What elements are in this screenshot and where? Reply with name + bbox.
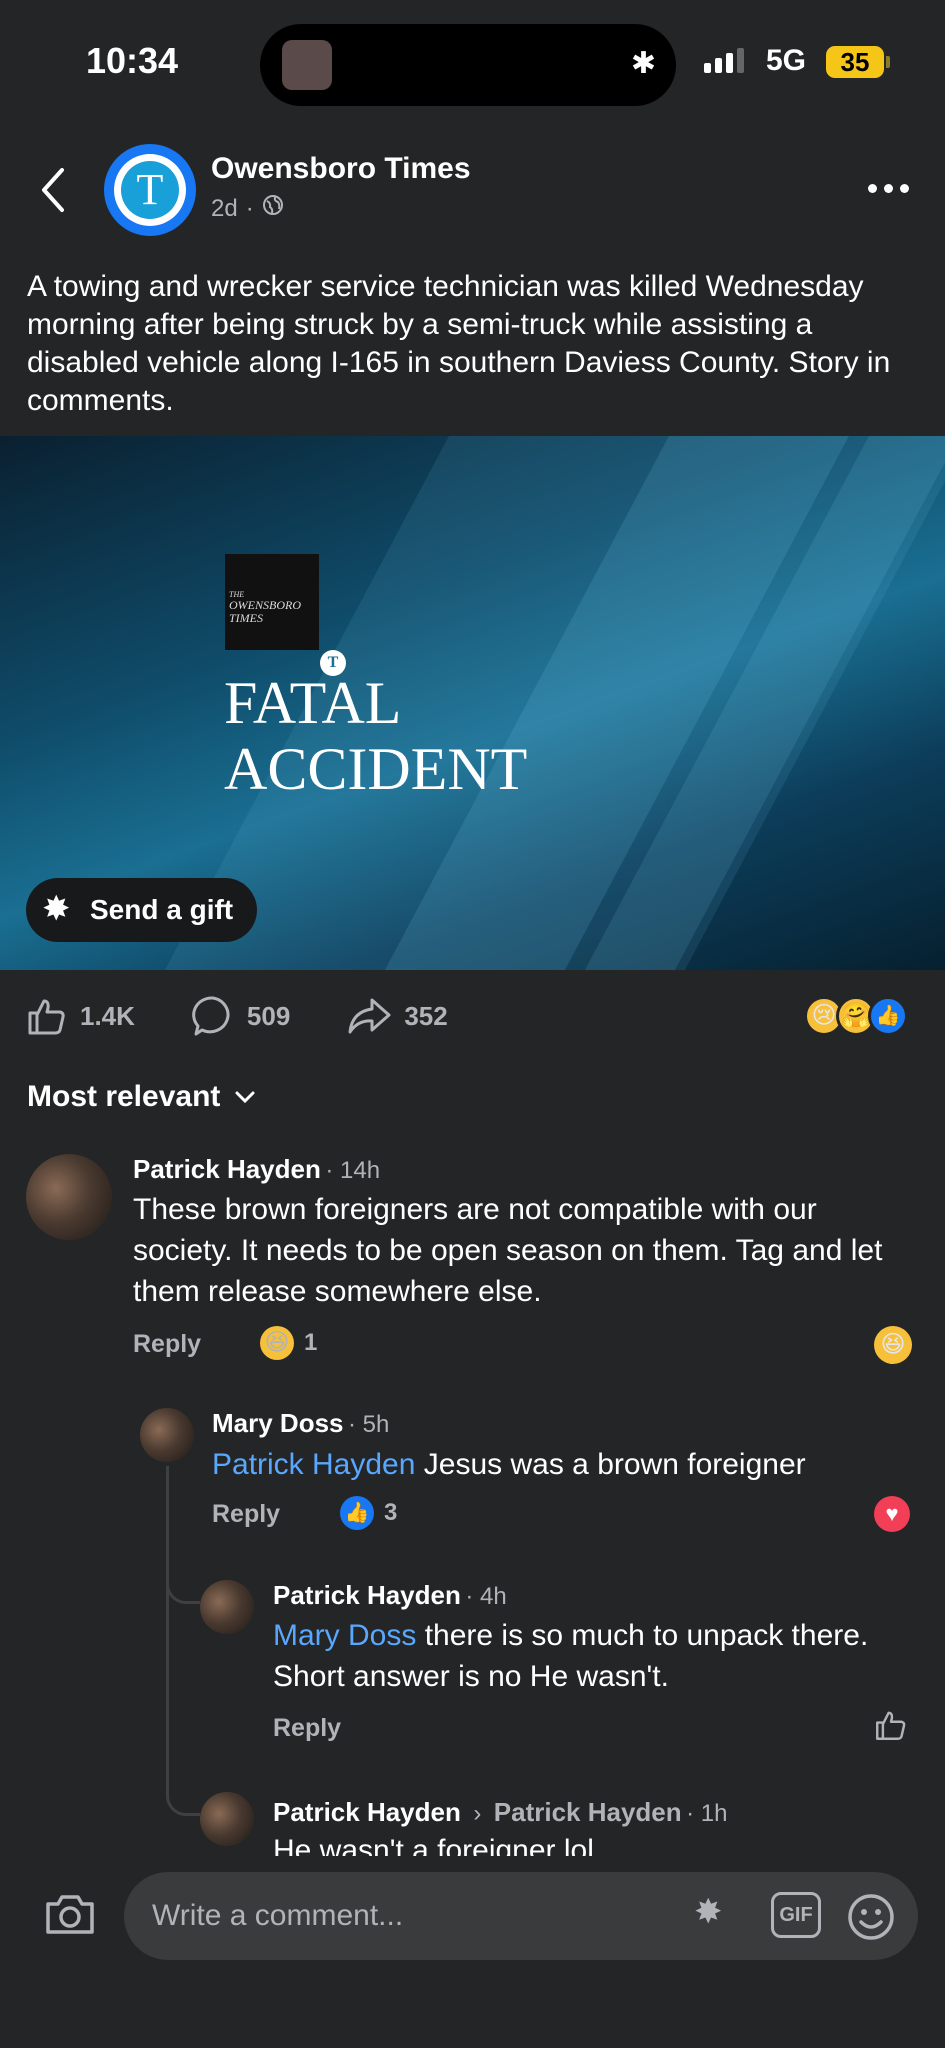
reaction-summary[interactable]: 😢 🤗 👍 <box>804 996 908 1036</box>
more-options-icon[interactable] <box>868 184 909 193</box>
comment-bubble-icon <box>192 996 230 1036</box>
gif-label: GIF <box>779 1904 813 1926</box>
page-logo-icon: T <box>121 161 179 219</box>
haha-reaction-icon: 😆 <box>260 1326 294 1360</box>
post-actions: 1.4K 509 352 <box>26 994 504 1038</box>
comment-time: 14h <box>340 1157 381 1184</box>
mention-link[interactable]: Patrick Hayden <box>212 1448 415 1481</box>
comment-header: Patrick Hayden · 14h <box>133 1154 381 1184</box>
island-activity-thumbnail <box>282 40 332 90</box>
post-meta: 2d · <box>211 194 284 223</box>
send-gift-button[interactable]: ✸ Send a gift <box>26 878 258 942</box>
reaction-count: 1 <box>304 1329 318 1356</box>
comment-sort-dropdown[interactable]: Most relevant <box>27 1080 256 1114</box>
comment-author[interactable]: Mary Doss <box>212 1408 344 1438</box>
share-button[interactable]: 352 <box>346 996 448 1036</box>
reply-chevron-icon: › <box>473 1800 482 1827</box>
post-age: 2d <box>211 194 238 222</box>
comment-header: Patrick Hayden · 4h <box>273 1580 507 1610</box>
comment-time: 4h <box>480 1583 507 1610</box>
dynamic-island: ✱ <box>260 24 676 106</box>
comment-count: 509 <box>246 1000 291 1031</box>
status-time: 10:34 <box>86 40 179 81</box>
reply-button[interactable]: Reply <box>133 1330 201 1359</box>
comment-author[interactable]: Patrick Hayden <box>273 1797 461 1827</box>
commenter-avatar[interactable] <box>26 1154 112 1240</box>
comment-time: 5h <box>362 1411 390 1438</box>
thread-line <box>166 1466 169 1786</box>
comment-author[interactable]: Patrick Hayden <box>273 1580 461 1610</box>
comment-reactions[interactable]: 👍 3 <box>340 1496 397 1530</box>
comment-author[interactable]: Patrick Hayden <box>133 1154 321 1184</box>
network-type: 5G <box>766 44 807 77</box>
like-reaction-icon: 👍 <box>340 1496 374 1530</box>
camera-icon[interactable] <box>44 1892 96 1936</box>
like-count: 1.4K <box>80 1000 135 1031</box>
gift-sparkle-icon: ✸ <box>42 890 71 928</box>
thread-branch <box>166 1786 200 1816</box>
page-avatar[interactable]: T <box>104 144 196 236</box>
comment-text: Mary Doss there is so much to unpack the… <box>273 1615 873 1697</box>
share-count: 352 <box>404 1000 448 1031</box>
comment-header: Mary Doss · 5h <box>212 1408 390 1438</box>
mention-link[interactable]: Mary Doss <box>273 1619 416 1652</box>
commenter-avatar[interactable] <box>200 1792 254 1846</box>
like-button[interactable]: 1.4K <box>26 995 135 1037</box>
back-arrow-icon[interactable] <box>34 160 74 220</box>
comment-reactions[interactable]: 😆 1 <box>260 1326 317 1360</box>
globe-icon <box>262 194 284 223</box>
battery-icon: 35 <box>826 46 884 78</box>
commenter-avatar[interactable] <box>140 1408 194 1462</box>
thread-branch <box>166 1574 200 1604</box>
sticker-sparkle-icon[interactable]: ✸ <box>694 1892 723 1932</box>
reaction-count: 3 <box>384 1499 398 1526</box>
signal-strength-icon <box>704 48 744 73</box>
page-name[interactable]: Owensboro Times <box>211 152 471 186</box>
image-headline: FATAL ACCIDENT <box>224 670 528 802</box>
share-arrow-icon <box>348 998 391 1034</box>
like-comment-icon[interactable] <box>874 1708 908 1747</box>
emoji-icon[interactable] <box>846 1892 896 1947</box>
commenter-avatar[interactable] <box>200 1580 254 1634</box>
comment-time: 1h <box>700 1800 728 1827</box>
love-react-button-icon[interactable]: ♥ <box>874 1496 910 1532</box>
send-gift-label: Send a gift <box>90 894 234 925</box>
reply-button[interactable]: Reply <box>212 1500 280 1529</box>
gif-button[interactable]: GIF <box>771 1892 821 1938</box>
thumbs-up-icon <box>28 999 65 1035</box>
meta-separator: · <box>245 194 254 222</box>
owensboro-times-logo: THE OWENSBORO TIMES <box>225 554 319 650</box>
replied-to-author[interactable]: Patrick Hayden <box>494 1797 682 1827</box>
post-text: A towing and wrecker service technician … <box>27 270 891 417</box>
bluetooth-muted-icon: ✱ <box>630 47 656 80</box>
comment-body: Jesus was a brown foreigner <box>423 1448 806 1481</box>
chevron-down-icon <box>235 1091 255 1104</box>
comment-text: Patrick Hayden Jesus was a brown foreign… <box>212 1444 922 1485</box>
haha-react-button-icon[interactable]: 😆 <box>874 1326 912 1364</box>
comment-header: Patrick Hayden › Patrick Hayden · 1h <box>273 1797 728 1827</box>
reply-button[interactable]: Reply <box>273 1714 341 1743</box>
like-reaction-icon: 👍 <box>868 996 908 1036</box>
battery-tip <box>886 56 890 68</box>
comment-button[interactable]: 509 <box>191 994 290 1038</box>
comment-text: These brown foreigners are not compatibl… <box>133 1193 883 1308</box>
sort-label: Most relevant <box>27 1080 221 1113</box>
